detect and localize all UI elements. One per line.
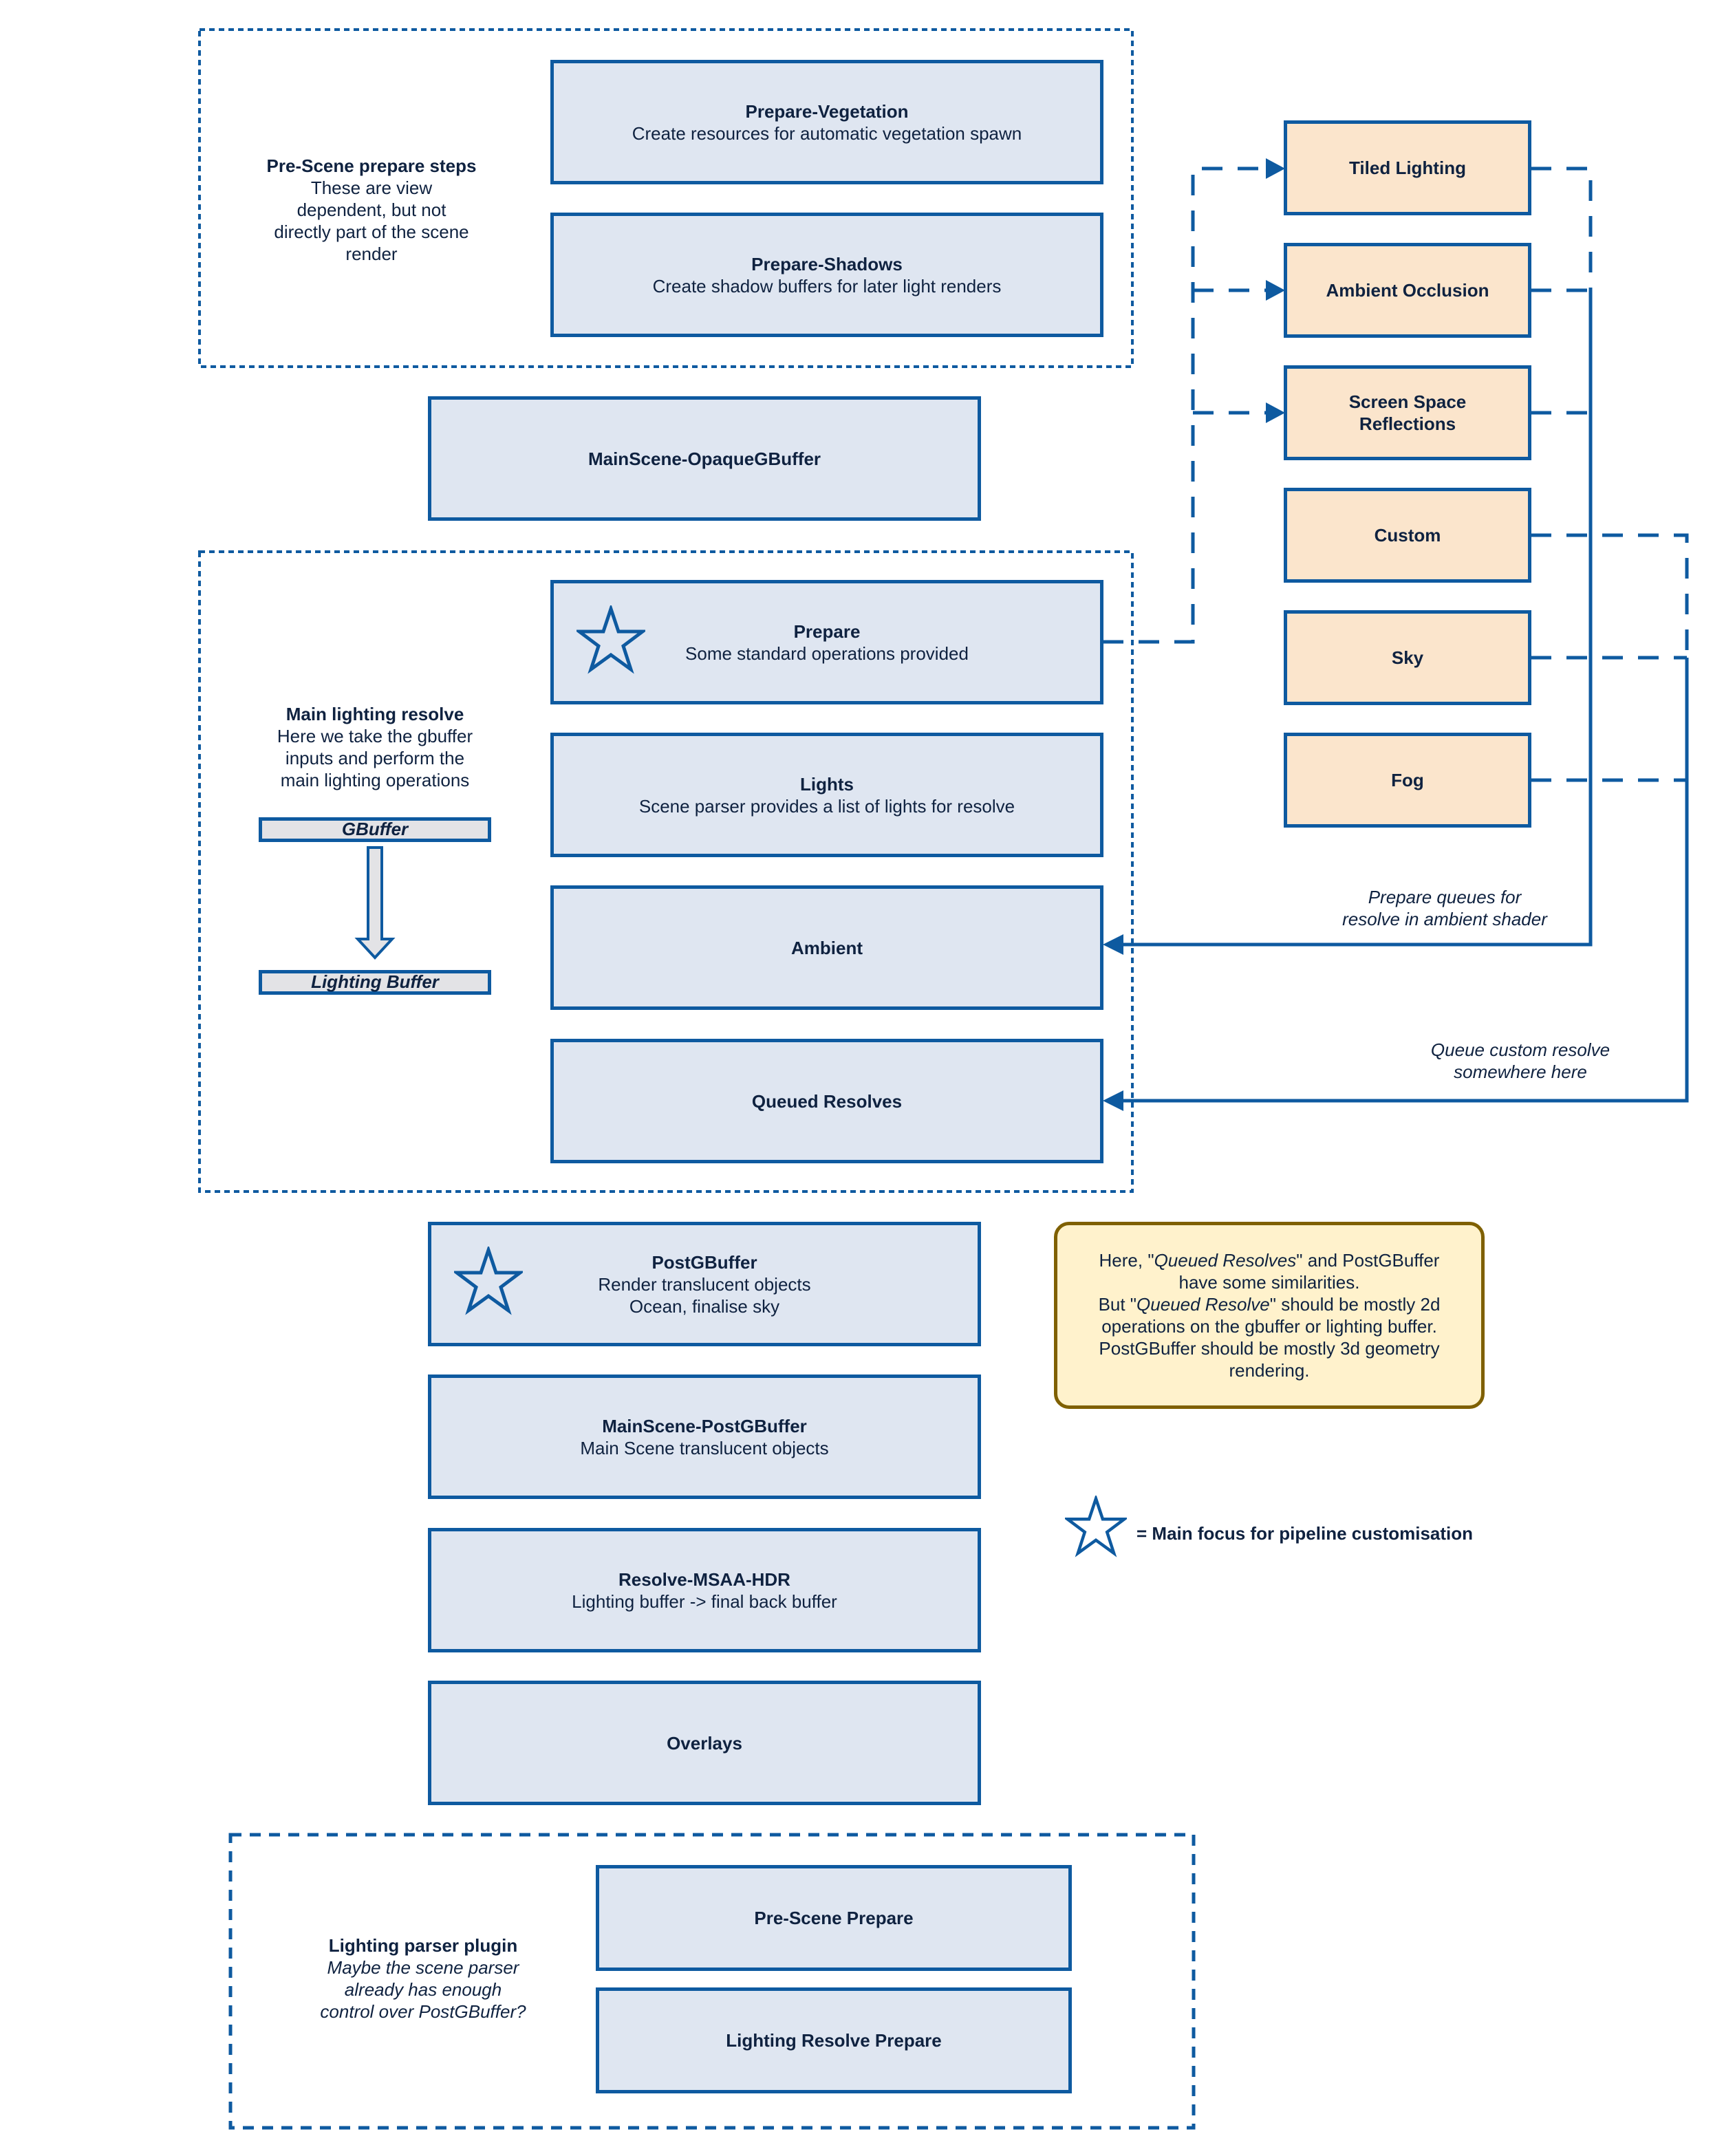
step-subtitle: Create shadow buffers for later light re… <box>652 275 1002 297</box>
note-line-1: Here, "Queued Resolves" and PostGBuffer <box>1099 1250 1440 1271</box>
step-subtitle: Create resources for automatic vegetatio… <box>632 122 1022 144</box>
step-title: MainScene-PostGBuffer <box>602 1415 807 1436</box>
step-subtitle: Lighting buffer -> final back buffer <box>572 1591 837 1612</box>
arrowhead <box>1266 402 1285 423</box>
star-icon <box>577 605 645 674</box>
step-title: Prepare <box>793 621 861 642</box>
step-queued-resolves[interactable]: Queued Resolves <box>550 1039 1103 1163</box>
step-prepare-vegetation[interactable]: Prepare-Vegetation Create resources for … <box>550 60 1103 184</box>
step-resolve-msaa-hdr[interactable]: Resolve-MSAA-HDR Lighting buffer -> fina… <box>428 1528 981 1652</box>
effect-ambient-occlusion[interactable]: Ambient Occlusion <box>1284 243 1531 338</box>
step-title: Ambient <box>791 937 863 958</box>
note-line-2: have some similarities. <box>1178 1272 1360 1293</box>
edge-label-line: resolve in ambient shader <box>1342 909 1547 929</box>
note-line-3: But "Queued Resolve" should be mostly 2d <box>1098 1294 1441 1315</box>
group-title: Pre-Scene prepare steps <box>266 155 477 176</box>
step-subtitle: Main Scene translucent objects <box>580 1437 829 1458</box>
step-title: Queued Resolves <box>751 1090 903 1112</box>
step-title: Overlays <box>667 1732 742 1754</box>
gbuffer-tag: GBuffer <box>259 817 491 842</box>
group-desc-line: inputs and perform the <box>285 748 465 768</box>
group-label-pre-scene: Pre-Scene prepare steps These are view d… <box>248 155 495 265</box>
step-subtitle: Some standard operations provided <box>685 643 969 664</box>
step-mainscene-post-gbuffer[interactable]: MainScene-PostGBuffer Main Scene translu… <box>428 1375 981 1499</box>
step-subtitle: Render translucent objects <box>598 1273 811 1295</box>
effect-sky[interactable]: Sky <box>1284 610 1531 705</box>
edge-prepare-to-effects <box>1103 166 1273 644</box>
effect-title: Fog <box>1391 770 1424 790</box>
edge-label-ambient-queue: Prepare queues for resolve in ambient sh… <box>1293 886 1596 930</box>
edge-label-custom-queue: Queue custom resolve somewhere here <box>1376 1039 1665 1083</box>
effect-fog[interactable]: Fog <box>1284 733 1531 828</box>
star-icon <box>454 1247 523 1315</box>
step-subtitle: Scene parser provides a list of lights f… <box>638 795 1015 817</box>
note-line-4: operations on the gbuffer or lighting bu… <box>1101 1316 1437 1337</box>
edge-label-line: somewhere here <box>1454 1061 1587 1082</box>
group-title: Lighting parser plugin <box>328 1935 518 1956</box>
step-title: Lights <box>800 773 854 795</box>
step-title: Prepare-Vegetation <box>745 100 909 122</box>
step-title: Prepare-Shadows <box>751 253 903 274</box>
effect-title: Sky <box>1391 647 1424 668</box>
arrowhead-ambient <box>1103 934 1123 955</box>
effect-tiled-lighting[interactable]: Tiled Lighting <box>1284 120 1531 215</box>
group-desc-line: These are view <box>310 177 433 198</box>
group-desc-line: Maybe the scene parser <box>327 1957 519 1978</box>
step-lights[interactable]: Lights Scene parser provides a list of l… <box>550 733 1103 857</box>
effect-title: Tiled Lighting <box>1349 158 1466 178</box>
group-desc-line: already has enough <box>344 1979 502 2000</box>
effect-title-line2: Reflections <box>1359 413 1456 434</box>
step-subtitle-2: Ocean, finalise sky <box>629 1295 780 1317</box>
note-line-5: PostGBuffer should be mostly 3d geometry <box>1099 1338 1440 1359</box>
effect-title: Custom <box>1374 525 1441 546</box>
step-title: Lighting Resolve Prepare <box>726 2030 942 2051</box>
step-overlays[interactable]: Overlays <box>428 1681 981 1805</box>
step-title: PostGBuffer <box>651 1251 757 1273</box>
effect-custom[interactable]: Custom <box>1284 488 1531 583</box>
group-desc-line: control over PostGBuffer? <box>320 2001 526 2022</box>
edge-label-line: Queue custom resolve <box>1430 1039 1610 1060</box>
step-pre-scene-prepare[interactable]: Pre-Scene Prepare <box>596 1865 1072 1971</box>
edge-label-line: Prepare queues for <box>1368 887 1522 907</box>
effect-screen-space-reflections[interactable]: Screen Space Reflections <box>1284 365 1531 460</box>
effect-title: Screen Space <box>1348 391 1467 412</box>
step-prepare-shadows[interactable]: Prepare-Shadows Create shadow buffers fo… <box>550 213 1103 337</box>
star-icon <box>1065 1496 1127 1557</box>
legend-text: = Main focus for pipeline customisation <box>1136 1523 1474 1544</box>
arrowhead-queued <box>1103 1090 1123 1111</box>
step-title: MainScene-OpaqueGBuffer <box>588 448 821 469</box>
group-label-main-lighting: Main lighting resolve Here we take the g… <box>248 703 502 791</box>
arrowheads-effects <box>1266 158 1285 423</box>
step-title: Resolve-MSAA-HDR <box>618 1569 790 1590</box>
gbuffer-to-lighting-arrow <box>354 846 396 960</box>
group-desc-line: dependent, but not <box>297 200 446 220</box>
note-line-6: rendering. <box>1229 1360 1310 1381</box>
group-desc-line: directly part of the scene <box>274 222 469 242</box>
step-title: Pre-Scene Prepare <box>754 1908 914 1928</box>
group-title: Main lighting resolve <box>285 704 464 724</box>
note-box: Here, "Queued Resolves" and PostGBuffer … <box>1054 1222 1485 1409</box>
group-desc-line: render <box>345 244 398 264</box>
step-lighting-resolve-prepare[interactable]: Lighting Resolve Prepare <box>596 1987 1072 2093</box>
step-ambient[interactable]: Ambient <box>550 885 1103 1010</box>
arrowhead <box>1266 158 1285 179</box>
lighting-buffer-tag: Lighting Buffer <box>259 970 491 995</box>
group-desc-line: main lighting operations <box>280 770 470 790</box>
group-desc-line: Here we take the gbuffer <box>277 726 473 746</box>
arrowhead <box>1266 280 1285 301</box>
effect-title: Ambient Occlusion <box>1326 280 1489 301</box>
group-label-parser-plugin: Lighting parser plugin Maybe the scene p… <box>289 1934 557 2023</box>
step-mainscene-opaque-gbuffer[interactable]: MainScene-OpaqueGBuffer <box>428 396 981 521</box>
